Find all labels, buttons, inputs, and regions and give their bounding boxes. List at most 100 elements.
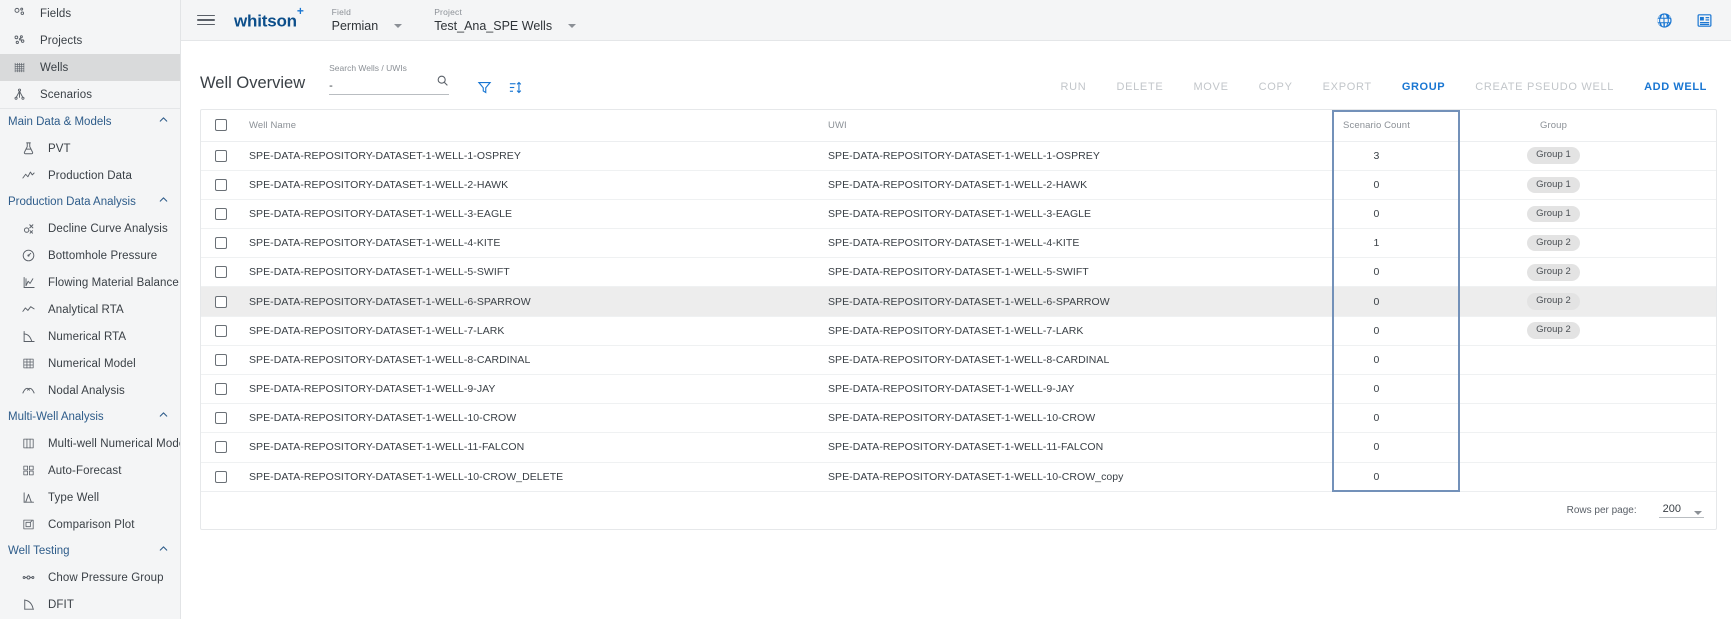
rows-per-page-select[interactable]: 200 [1658,503,1704,519]
sidebar-item-production-data[interactable]: Production Data [0,162,180,189]
sidebar-item-label: Auto-Forecast [48,464,122,477]
row-checkbox[interactable] [215,237,227,250]
chevron-up-icon[interactable] [157,542,170,560]
table-row[interactable]: SPE-DATA-REPOSITORY-DATASET-1-WELL-7-LAR… [201,316,1716,346]
sidebar-item-numerical-rta[interactable]: Numerical RTA [0,323,180,350]
column-header-well-name[interactable]: Well Name [246,110,826,142]
project-selector[interactable]: Project Test_Ana_SPE Wells [434,6,577,34]
row-checkbox[interactable] [215,149,227,162]
select-all-checkbox[interactable] [215,119,227,132]
cell-uwi: SPE-DATA-REPOSITORY-DATASET-1-WELL-8-CAR… [826,345,1331,376]
cell-uwi: SPE-DATA-REPOSITORY-DATASET-1-WELL-9-JAY [826,374,1331,405]
brand-logo[interactable]: whitson+ [234,4,304,32]
row-select-cell [201,374,246,405]
cell-well-name: SPE-DATA-REPOSITORY-DATASET-1-WELL-2-HAW… [246,170,826,200]
table-row[interactable]: SPE-DATA-REPOSITORY-DATASET-1-WELL-6-SPA… [201,286,1716,317]
chevron-up-icon[interactable] [157,408,170,426]
row-checkbox[interactable] [215,324,227,337]
row-checkbox[interactable] [215,441,227,454]
search-label: Search Wells / UWIs [329,63,407,73]
page-title: Well Overview [200,74,306,92]
report-form-icon[interactable] [1691,7,1717,33]
row-checkbox[interactable] [215,353,227,366]
sidebar-item-label: Analytical RTA [48,303,124,316]
table-row[interactable]: SPE-DATA-REPOSITORY-DATASET-1-WELL-10-CR… [201,403,1716,434]
sidebar-item-numerical-model[interactable]: Numerical Model [0,350,180,377]
sidebar-item-bottomhole-pressure[interactable]: Bottomhole Pressure [0,242,180,269]
sidebar-group-production-data-analysis[interactable]: Production Data Analysis [0,189,180,215]
table-row[interactable]: SPE-DATA-REPOSITORY-DATASET-1-WELL-3-EAG… [201,199,1716,230]
sidebar-group-multi-well-analysis[interactable]: Multi-Well Analysis [0,404,180,430]
cell-well-name: SPE-DATA-REPOSITORY-DATASET-1-WELL-3-EAG… [246,199,826,230]
field-selector[interactable]: Field Permian [332,7,403,34]
sidebar-item-analytical-rta[interactable]: Analytical RTA [0,296,180,323]
sidebar-item-auto-forecast[interactable]: Auto-Forecast [0,457,180,484]
sidebar-item-type-well[interactable]: Type Well [0,484,180,511]
sidebar-item-projects[interactable]: Projects [0,27,180,54]
row-checkbox[interactable] [215,178,227,191]
sidebar-item-label: Multi-well Numerical Model [48,437,181,450]
sidebar-item-dfit[interactable]: DFIT [0,591,180,618]
table-row[interactable]: SPE-DATA-REPOSITORY-DATASET-1-WELL-10-CR… [201,462,1716,491]
sidebar-item-chow-pressure-group[interactable]: Chow Pressure Group [0,564,180,591]
table-row[interactable]: SPE-DATA-REPOSITORY-DATASET-1-WELL-8-CAR… [201,345,1716,376]
action-delete-button: DELETE [1116,81,1164,93]
globe-icon[interactable] [1651,7,1677,33]
cell-group: Group 1 [1459,170,1716,200]
sidebar-item-scenarios[interactable]: Scenarios [0,81,180,108]
action-copy-button: COPY [1258,81,1293,93]
table-row[interactable]: SPE-DATA-REPOSITORY-DATASET-1-WELL-11-FA… [201,432,1716,463]
sort-icon[interactable] [508,80,523,97]
table-row[interactable]: SPE-DATA-REPOSITORY-DATASET-1-WELL-9-JAY… [201,374,1716,405]
chevron-up-icon[interactable] [157,193,170,211]
action-export-button: EXPORT [1322,81,1372,93]
search-wells-box: Search Wells / UWIs [329,63,450,97]
table-row[interactable]: SPE-DATA-REPOSITORY-DATASET-1-WELL-1-OSP… [201,141,1716,171]
sidebar-item-wells[interactable]: Wells [0,54,180,81]
column-header-group[interactable]: Group [1459,110,1716,142]
group-badge: Group 1 [1527,147,1580,164]
table-row[interactable]: SPE-DATA-REPOSITORY-DATASET-1-WELL-4-KIT… [201,228,1716,259]
row-checkbox[interactable] [215,266,227,279]
peak-curve-icon [17,490,39,506]
cell-scenario-count: 0 [1331,257,1459,288]
action-group-button[interactable]: GROUP [1387,81,1460,93]
row-checkbox[interactable] [215,207,227,220]
row-checkbox[interactable] [215,470,227,483]
column-header-scenario-count[interactable]: Scenario Count [1331,110,1459,142]
sidebar-item-decline-curve-analysis[interactable]: Decline Curve Analysis [0,215,180,242]
search-icon[interactable] [432,74,449,94]
row-select-cell [201,257,246,288]
row-checkbox[interactable] [215,383,227,396]
column-header-uwi[interactable]: UWI [826,110,1331,142]
cell-well-name: SPE-DATA-REPOSITORY-DATASET-1-WELL-8-CAR… [246,345,826,376]
sidebar-item-fields[interactable]: Fields [0,0,180,27]
sidebar-item-pvt[interactable]: PVT [0,135,180,162]
sidebar-group-label: Well Testing [8,545,70,557]
cell-well-name: SPE-DATA-REPOSITORY-DATASET-1-WELL-10-CR… [249,470,564,483]
decline-curve-icon [17,221,39,237]
table-row[interactable]: SPE-DATA-REPOSITORY-DATASET-1-WELL-2-HAW… [201,170,1716,200]
hamburger-icon[interactable] [197,13,215,27]
chevron-up-icon[interactable] [157,113,170,131]
row-checkbox[interactable] [215,295,227,308]
sidebar-item-comparison-plot[interactable]: Comparison Plot [0,511,180,538]
sidebar-group-well-testing[interactable]: Well Testing [0,538,180,564]
sidebar-item-nodal-analysis[interactable]: Nodal Analysis [0,377,180,404]
cell-uwi: SPE-DATA-REPOSITORY-DATASET-1-WELL-3-EAG… [826,199,1331,230]
project-selector-label: Project [434,6,463,17]
sidebar-item-label: Projects [40,34,83,47]
cell-uwi: SPE-DATA-REPOSITORY-DATASET-1-WELL-4-KIT… [826,228,1331,259]
table-row[interactable]: SPE-DATA-REPOSITORY-DATASET-1-WELL-5-SWI… [201,257,1716,288]
sidebar-item-multi-well-numerical-model[interactable]: Multi-well Numerical Model [0,430,180,457]
filter-icon[interactable] [477,80,492,97]
sidebar-group-main-data-models[interactable]: Main Data & Models [0,109,180,135]
row-checkbox[interactable] [215,412,227,425]
sidebar-item-flowing-material-balance[interactable]: Flowing Material Balance [0,269,180,296]
action-toolbar: RUN DELETE MOVE COPY EXPORT GROUP CREATE PSEUD… [1046,81,1718,97]
sidebar-item-label: Flowing Material Balance [48,276,179,289]
action-add-well-button[interactable]: ADD WELL [1629,81,1717,93]
cell-group: Group 1 [1459,199,1716,230]
search-input[interactable] [329,80,433,94]
top-bar: whitson+ Field Permian Project Test_Ana_… [181,0,1731,41]
